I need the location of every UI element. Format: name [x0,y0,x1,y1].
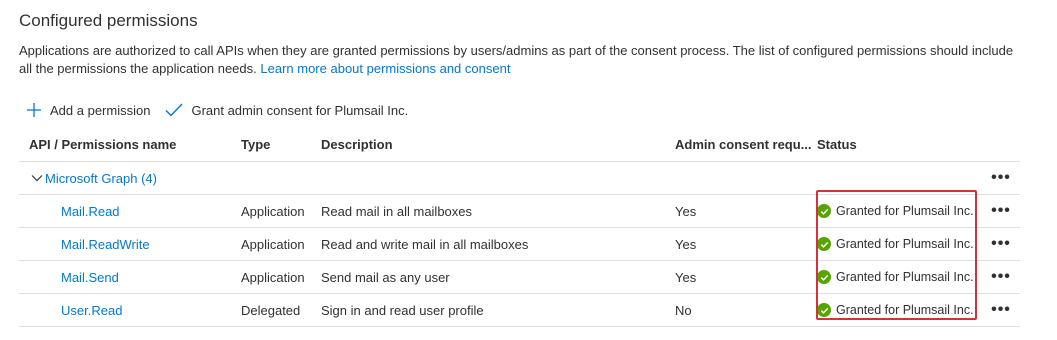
status-badge: Granted for Plumsail Inc. [817,270,974,284]
more-icon: ••• [991,202,1011,219]
grant-admin-consent-label: Grant admin consent for Plumsail Inc. [191,102,409,118]
more-actions-button[interactable]: ••• [988,195,1014,227]
column-header-api[interactable]: API / Permissions name [29,128,176,161]
more-icon: ••• [991,268,1011,285]
chevron-down-icon [31,175,43,182]
admin-consent-required: Yes [675,236,697,252]
permission-description: Read and write mail in all mailboxes [321,236,529,252]
add-permission-label: Add a permission [50,102,151,118]
column-header-status[interactable]: Status [817,128,857,161]
more-actions-button[interactable]: ••• [988,261,1014,293]
status-badge: Granted for Plumsail Inc. [817,237,974,251]
admin-consent-required: Yes [675,269,697,285]
permission-description: Sign in and read user profile [321,302,484,318]
grant-admin-consent-button[interactable]: Grant admin consent for Plumsail Inc. [165,102,408,118]
permission-name-link[interactable]: Mail.ReadWrite [61,228,150,260]
permission-name-link[interactable]: Mail.Read [61,195,120,227]
status-text: Granted for Plumsail Inc. [836,204,974,218]
status-text: Granted for Plumsail Inc. [836,303,974,317]
permission-description: Send mail as any user [321,269,450,285]
learn-more-link[interactable]: Learn more about permissions and consent [260,61,510,76]
status-text: Granted for Plumsail Inc. [836,237,974,251]
description: Applications are authorized to call APIs… [19,42,1029,78]
table-row: Mail.Read Application Read mail in all m… [19,195,1020,228]
table-row: Mail.Send Application Send mail as any u… [19,261,1020,294]
more-icon: ••• [991,235,1011,252]
permission-type: Delegated [241,302,301,318]
column-header-description[interactable]: Description [321,128,393,161]
column-header-admin-consent[interactable]: Admin consent requ... [675,128,812,161]
permission-type: Application [241,269,305,285]
permission-type: Application [241,203,305,219]
status-badge: Granted for Plumsail Inc. [817,303,974,317]
admin-consent-required: Yes [675,203,697,219]
more-actions-button[interactable]: ••• [988,294,1014,326]
status-cell: Granted for Plumsail Inc. [817,261,974,293]
group-toggle[interactable]: Microsoft Graph (4) [31,162,157,194]
permissions-table: API / Permissions name Type Description … [19,128,1020,327]
check-circle-icon [817,303,831,317]
permission-name-link[interactable]: User.Read [61,294,122,326]
status-text: Granted for Plumsail Inc. [836,270,974,284]
more-icon: ••• [991,301,1011,318]
toolbar: Add a permission Grant admin consent for… [26,99,423,121]
table-row: Mail.ReadWrite Application Read and writ… [19,228,1020,261]
permission-name-link[interactable]: Mail.Send [61,261,119,293]
more-actions-button[interactable]: ••• [988,162,1014,194]
status-cell: Granted for Plumsail Inc. [817,195,974,227]
page-title: Configured permissions [19,11,198,30]
admin-consent-required: No [675,302,692,318]
more-icon: ••• [991,169,1011,186]
check-circle-icon [817,237,831,251]
add-permission-button[interactable]: Add a permission [26,102,150,118]
more-actions-button[interactable]: ••• [988,228,1014,260]
permission-type: Application [241,236,305,252]
checkmark-icon [165,103,183,117]
permission-description: Read mail in all mailboxes [321,203,473,219]
column-header-type[interactable]: Type [241,128,270,161]
check-circle-icon [817,204,831,218]
status-cell: Granted for Plumsail Inc. [817,228,974,260]
group-row-microsoft-graph: Microsoft Graph (4) ••• [19,162,1020,195]
status-cell: Granted for Plumsail Inc. [817,294,974,326]
check-circle-icon [817,270,831,284]
group-label: Microsoft Graph (4) [45,170,157,186]
table-row: User.Read Delegated Sign in and read use… [19,294,1020,327]
description-text: Applications are authorized to call APIs… [19,43,1014,76]
status-badge: Granted for Plumsail Inc. [817,204,974,218]
table-header-row: API / Permissions name Type Description … [19,128,1020,162]
plus-icon [27,103,41,117]
